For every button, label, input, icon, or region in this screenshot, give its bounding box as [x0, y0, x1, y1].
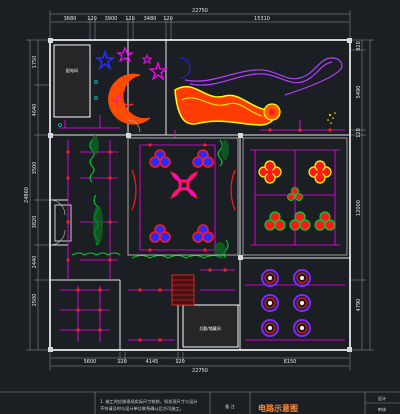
right-dim-4: 12000	[356, 200, 362, 216]
note-line-2: 不符请及时与设计单位联系确认后方可施工。	[100, 405, 184, 412]
right-dim-1: 820	[356, 41, 362, 51]
note-label: 备 注	[225, 403, 236, 410]
title-block	[0, 391, 400, 414]
drawing-title: 电路示意图	[258, 403, 298, 413]
top-overall-dim: 22750	[192, 8, 208, 14]
right-dim-5: 4790	[356, 299, 362, 312]
top-dimensions	[49, 10, 351, 40]
left-dim-6: 2500	[32, 294, 38, 307]
left-dim-5: 2440	[32, 256, 38, 269]
quatrefoil-large	[170, 171, 198, 199]
left-dim-3: 3500	[32, 162, 38, 175]
title-block-cell-1: 设计	[378, 395, 386, 402]
bottom-dim-4: 120	[175, 359, 185, 365]
right-dim-2: 5490	[356, 86, 362, 99]
floor-plan-drawing[interactable]: 22750 3680 120 3900 120 3480 120 15310 5…	[0, 0, 400, 414]
bottom-dim-1: 5600	[84, 359, 97, 365]
right-room-quatrefoils	[258, 160, 336, 231]
upper-left-room-label: 配电间	[66, 67, 78, 73]
title-block-cell-2: 审核	[378, 406, 387, 413]
sparkle-dots	[327, 112, 336, 124]
purple-ring-lights	[261, 269, 311, 337]
top-dim-3: 3900	[105, 16, 118, 22]
bottom-overall-dim: 22750	[192, 368, 208, 374]
bottom-dim-2: 120	[117, 359, 127, 365]
note-line-1: 1. 施工时应按现场实际尺寸校核，如发现尺寸与设计	[100, 398, 197, 405]
top-dim-1: 3680	[64, 16, 77, 22]
left-dim-4: 3820	[32, 216, 38, 229]
top-dim-2: 120	[87, 16, 97, 22]
left-dim-2: 4640	[32, 104, 38, 117]
stair-hatch	[171, 274, 195, 306]
bottom-dim-3: 4145	[146, 359, 159, 365]
upper-left-room-fill	[55, 46, 89, 116]
bottom-dim-5: 8150	[284, 359, 297, 365]
cad-viewport[interactable]: 22750 3680 120 3900 120 3480 120 15310 5…	[0, 0, 400, 414]
top-dim-4: 120	[125, 16, 135, 22]
top-dim-7: 15310	[254, 16, 270, 22]
blue-moon-light	[179, 57, 191, 79]
lower-right-room-label: 后勤/储藏间	[199, 325, 220, 331]
left-overall-dim: 24860	[24, 187, 30, 203]
top-dim-5: 3480	[144, 16, 157, 22]
top-dim-6: 120	[163, 16, 173, 22]
yellow-wave-light	[174, 85, 281, 126]
right-dimensions	[350, 39, 374, 351]
trefoil-lights-center	[149, 149, 214, 243]
purple-flow-line	[184, 57, 343, 96]
left-dim-1: 1750	[32, 56, 38, 69]
central-ceiling-frame	[127, 137, 239, 256]
crescent-moon-light	[108, 73, 151, 125]
right-dim-3: 120	[356, 128, 362, 138]
